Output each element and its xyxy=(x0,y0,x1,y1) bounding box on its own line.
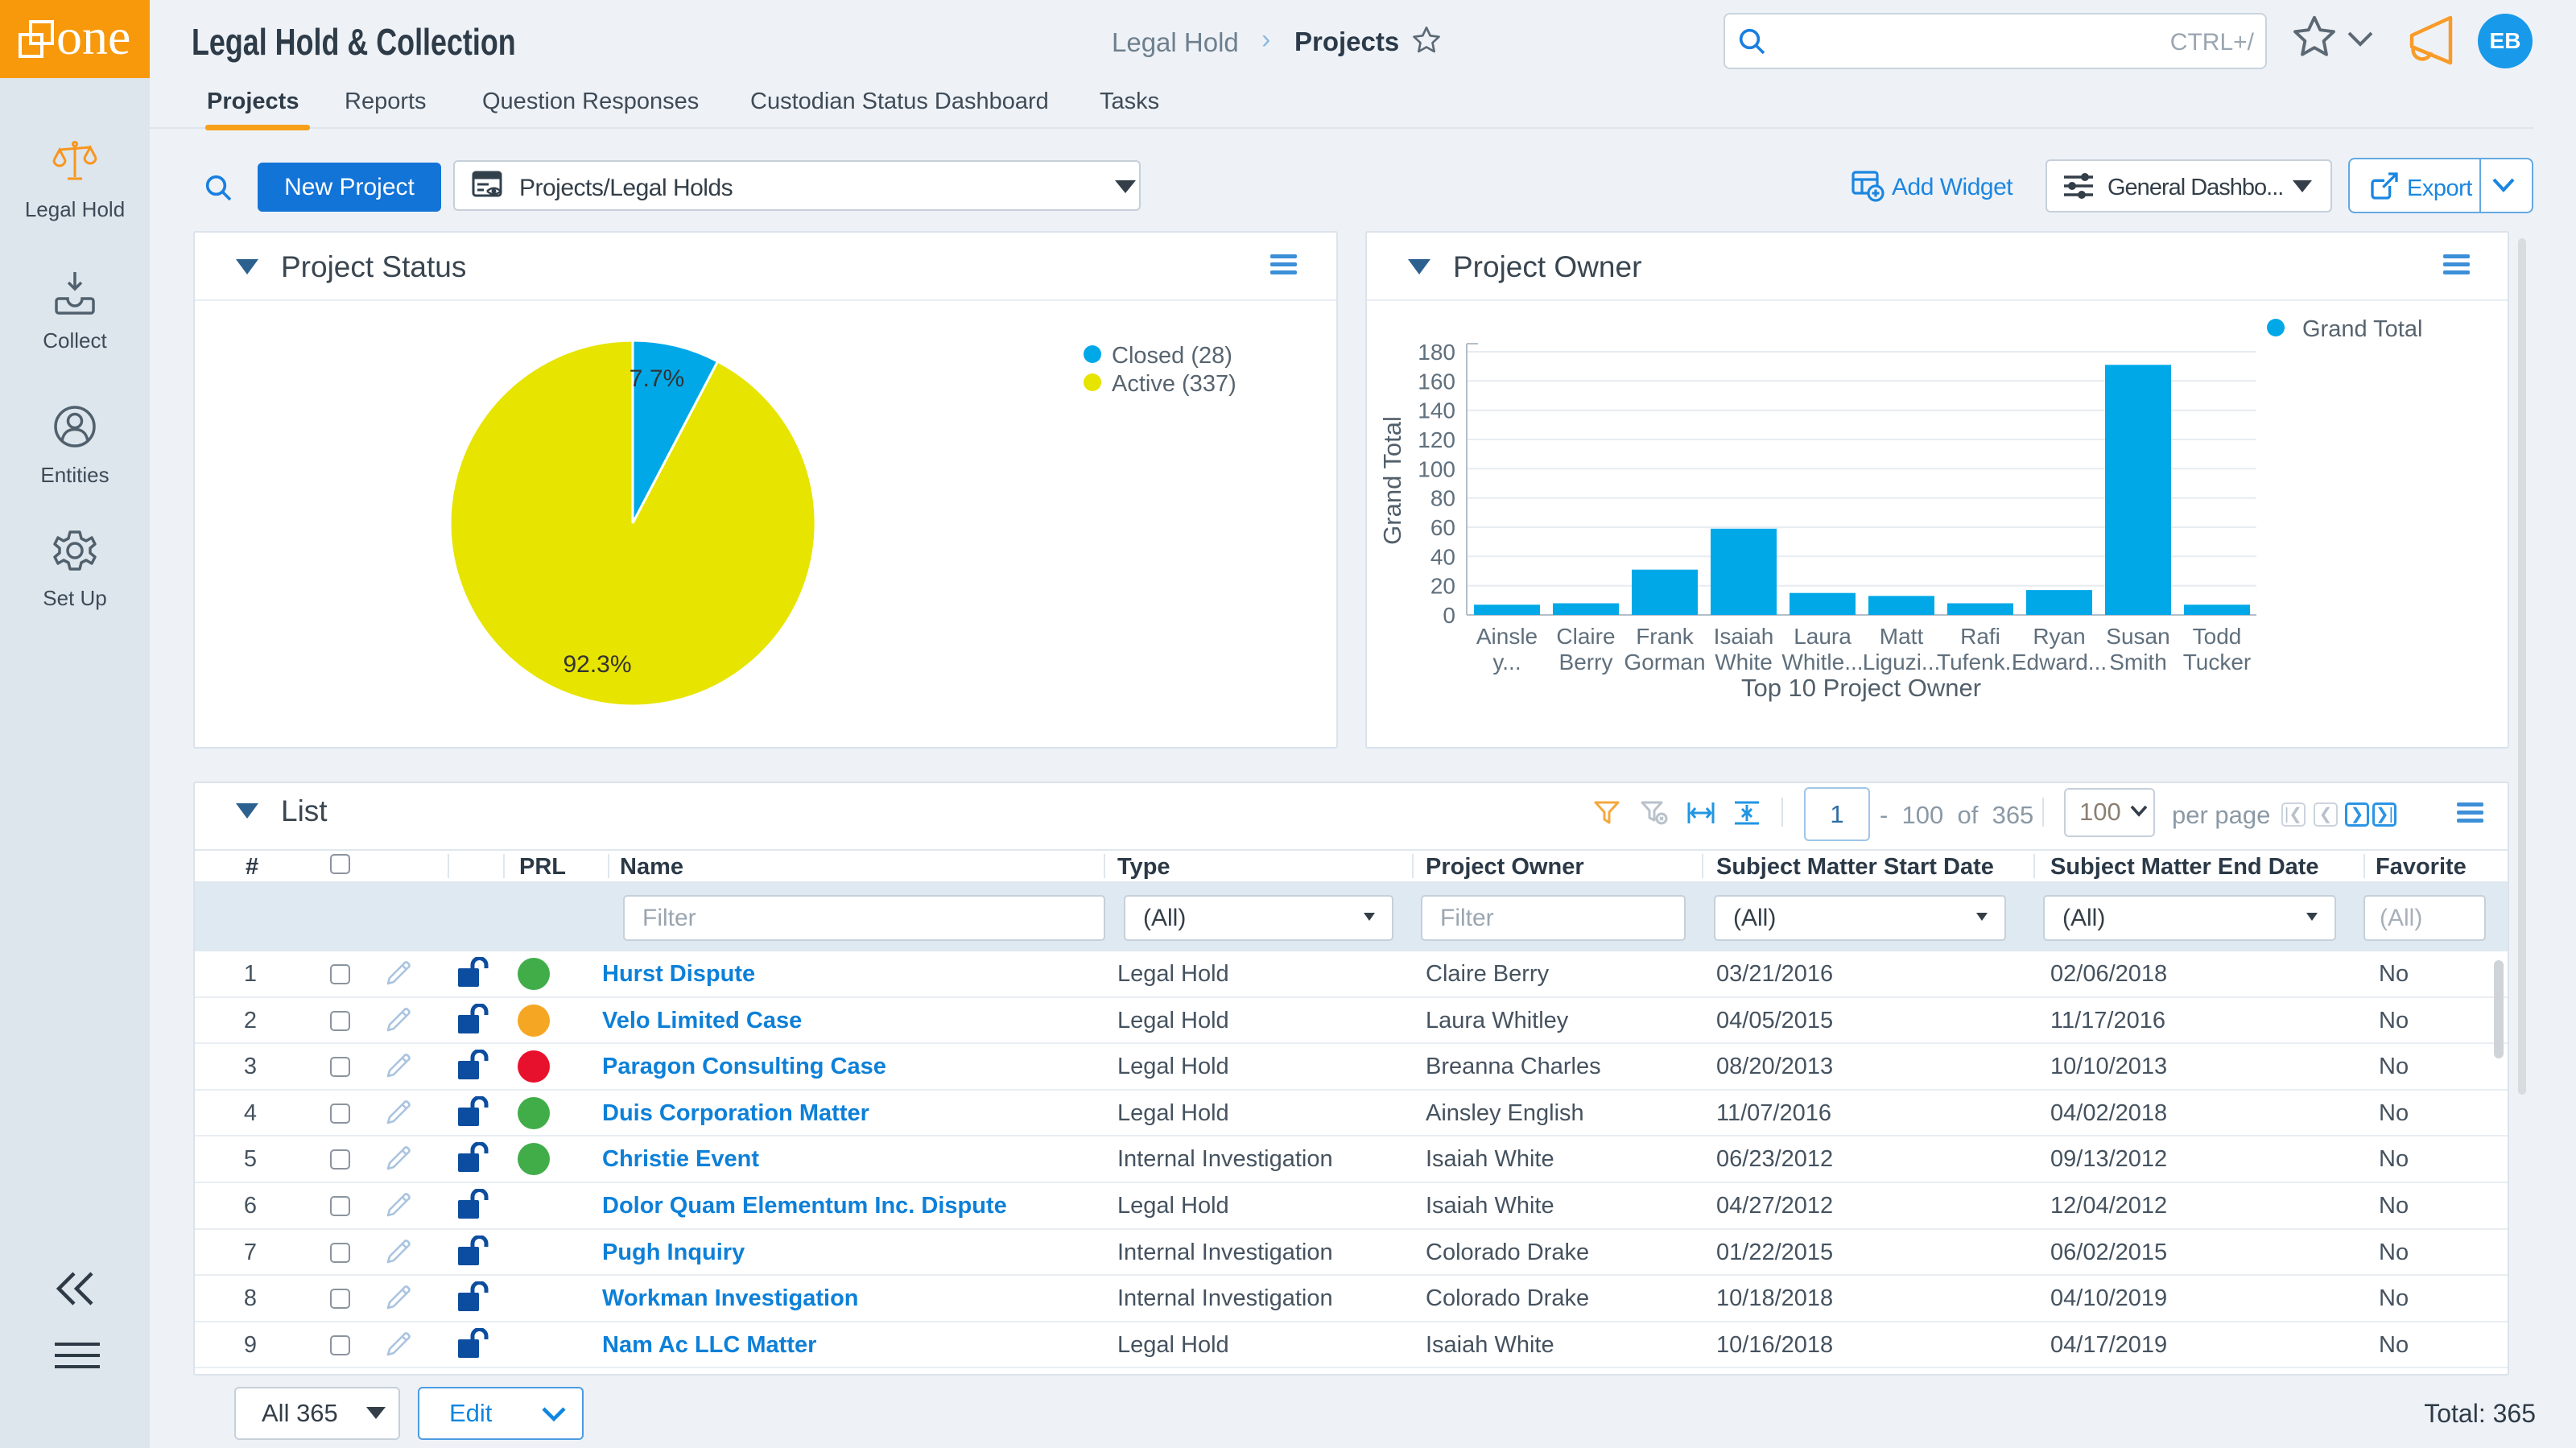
svg-text:Edward...: Edward... xyxy=(2012,650,2107,674)
svg-text:140: 140 xyxy=(1418,398,1455,423)
svg-text:Closed (28): Closed (28) xyxy=(1112,343,1232,369)
svg-text:7.7%: 7.7% xyxy=(630,365,684,392)
svg-text:Berry: Berry xyxy=(1559,650,1613,674)
svg-text:Tucker: Tucker xyxy=(2183,650,2252,674)
svg-text:Todd: Todd xyxy=(2193,624,2242,649)
svg-text:Rafi: Rafi xyxy=(1960,624,2000,649)
svg-text:20: 20 xyxy=(1430,574,1455,599)
svg-text:Ainsle: Ainsle xyxy=(1476,624,1538,649)
svg-text:Top 10 Project Owner: Top 10 Project Owner xyxy=(1741,674,1981,702)
svg-text:160: 160 xyxy=(1418,369,1455,394)
svg-text:0: 0 xyxy=(1443,603,1455,628)
svg-text:Active (337): Active (337) xyxy=(1112,371,1236,397)
svg-text:Ryan: Ryan xyxy=(2033,624,2085,649)
svg-text:120: 120 xyxy=(1418,427,1455,452)
svg-text:80: 80 xyxy=(1430,486,1455,511)
svg-text:92.3%: 92.3% xyxy=(563,651,631,678)
svg-text:100: 100 xyxy=(1418,456,1455,481)
svg-text:Frank: Frank xyxy=(1636,624,1695,649)
svg-text:Laura: Laura xyxy=(1794,624,1852,649)
svg-text:Gorman: Gorman xyxy=(1624,650,1705,674)
svg-text:Tufenk...: Tufenk... xyxy=(1937,650,2024,674)
svg-text:Isaiah: Isaiah xyxy=(1714,624,1774,649)
svg-text:Matt: Matt xyxy=(1880,624,1924,649)
svg-text:40: 40 xyxy=(1430,544,1455,569)
svg-text:Susan: Susan xyxy=(2106,624,2169,649)
svg-text:Claire: Claire xyxy=(1556,624,1615,649)
svg-text:Grand Total: Grand Total xyxy=(1378,416,1406,545)
svg-text:one: one xyxy=(56,16,130,65)
svg-text:180: 180 xyxy=(1418,340,1455,365)
svg-text:60: 60 xyxy=(1430,515,1455,540)
svg-text:Liguzi...: Liguzi... xyxy=(1863,650,1941,674)
svg-text:White: White xyxy=(1715,650,1773,674)
svg-text:y...: y... xyxy=(1492,650,1521,674)
svg-text:Grand Total: Grand Total xyxy=(2302,316,2422,342)
svg-text:Whitle...: Whitle... xyxy=(1781,650,1863,674)
svg-text:Smith: Smith xyxy=(2109,650,2167,674)
